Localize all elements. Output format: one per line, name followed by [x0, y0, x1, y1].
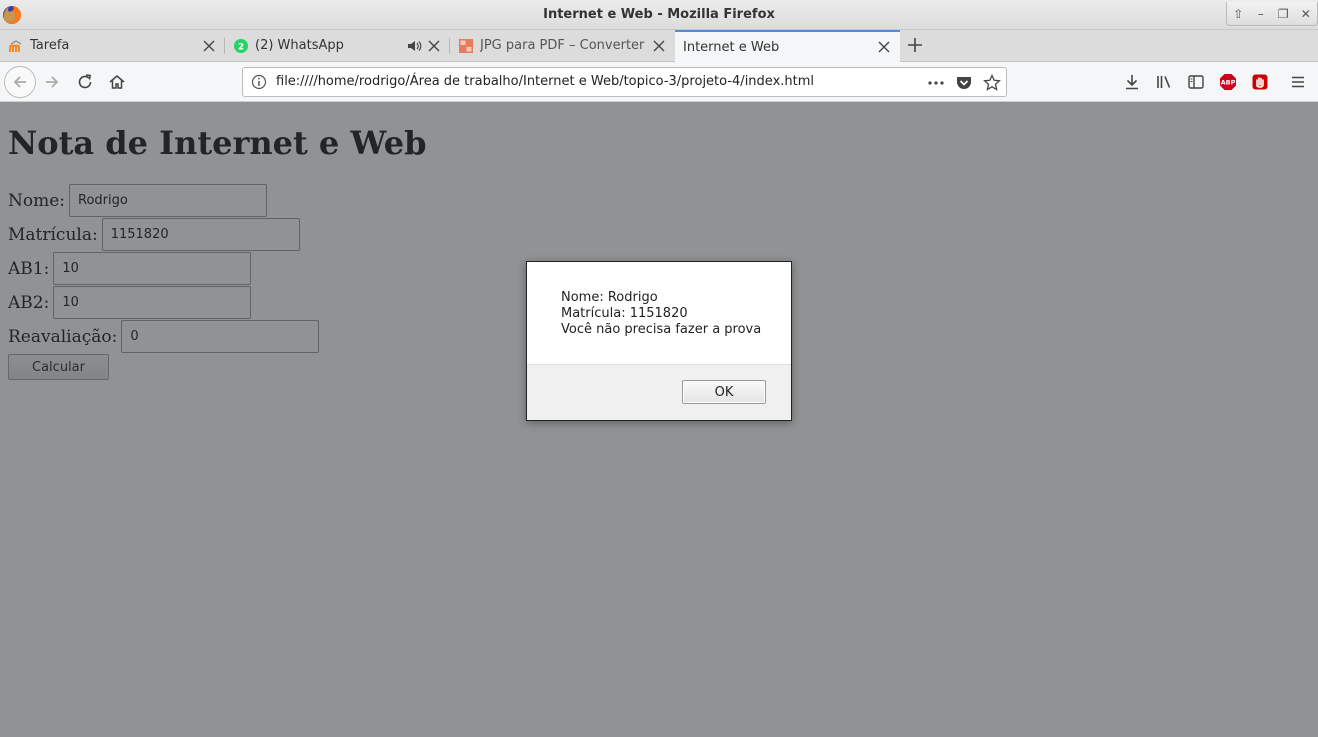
alert-dialog: Nome: Rodrigo Matrícula: 1151820 Você nã…	[526, 261, 792, 421]
url-text[interactable]: file:////home/rodrigo/Área de trabalho/I…	[276, 74, 814, 89]
tab-internet-e-web[interactable]: Internet e Web	[675, 30, 900, 62]
tab-jpg-pdf[interactable]: JPG para PDF – Converter	[450, 30, 675, 61]
window-title: Internet e Web - Mozilla Firefox	[543, 7, 775, 22]
bookmark-star-icon[interactable]	[983, 73, 1001, 92]
tab-label: Tarefa	[30, 38, 70, 53]
library-icon	[1157, 76, 1171, 88]
new-tab-button[interactable]	[904, 35, 926, 57]
forward-button[interactable]	[38, 68, 66, 96]
back-button[interactable]	[4, 66, 36, 98]
tab-whatsapp[interactable]: 2 (2) WhatsApp	[225, 30, 450, 61]
moodle-icon	[8, 38, 24, 54]
close-tab-icon[interactable]	[651, 38, 667, 54]
keep-above-icon[interactable]: ⇧	[1231, 7, 1245, 21]
svg-text:ABP: ABP	[1221, 79, 1236, 87]
alert-footer: OK	[527, 364, 791, 420]
home-button[interactable]	[103, 68, 131, 96]
menu-button[interactable]	[1284, 68, 1312, 96]
jpg-pdf-icon	[458, 38, 474, 54]
alert-line-result: Você não precisa fazer a prova	[561, 322, 762, 337]
pocket-icon[interactable]	[955, 74, 973, 92]
ok-button[interactable]: OK	[682, 380, 766, 404]
page-info-icon[interactable]	[251, 74, 267, 90]
close-tab-icon[interactable]	[876, 39, 892, 55]
close-window-icon[interactable]: ✕	[1299, 7, 1313, 21]
back-arrow-icon	[13, 76, 26, 88]
adblock-plus-icon: ABP	[1220, 74, 1236, 90]
tab-label: JPG para PDF – Converter	[480, 38, 645, 53]
url-bar[interactable]: file:////home/rodrigo/Área de trabalho/I…	[242, 67, 1007, 97]
tab-strip: Tarefa 2 (2) WhatsApp JPG para PDF – Con…	[0, 30, 1318, 62]
home-icon	[109, 75, 125, 89]
sidebar-button[interactable]	[1182, 68, 1210, 96]
close-tab-icon[interactable]	[201, 38, 217, 54]
plus-icon	[908, 38, 922, 52]
maximize-icon[interactable]: ❐	[1276, 7, 1290, 21]
page-actions-icon[interactable]	[927, 74, 945, 92]
alert-message: Nome: Rodrigo Matrícula: 1151820 Você nã…	[561, 290, 761, 338]
download-icon	[1126, 75, 1138, 90]
downloads-button[interactable]	[1118, 68, 1146, 96]
whatsapp-badge: 2	[238, 42, 244, 52]
speaker-icon[interactable]	[406, 38, 422, 54]
reload-icon	[78, 74, 92, 89]
tab-tarefa[interactable]: Tarefa	[0, 30, 225, 61]
hamburger-menu-icon	[1292, 76, 1304, 88]
sidebar-icon	[1188, 75, 1204, 89]
tab-label: Internet e Web	[683, 39, 780, 55]
adblock-plus-button[interactable]: ABP	[1214, 68, 1242, 96]
close-tab-icon[interactable]	[426, 38, 442, 54]
ublock-button[interactable]	[1246, 68, 1274, 96]
minimize-icon[interactable]: –	[1254, 7, 1268, 21]
window-controls: ⇧ – ❐ ✕	[1226, 2, 1318, 26]
reload-button[interactable]	[71, 68, 99, 96]
whatsapp-icon: 2	[233, 38, 249, 54]
window-titlebar: Internet e Web - Mozilla Firefox ⇧ – ❐ ✕	[0, 0, 1318, 30]
forward-arrow-icon	[46, 76, 59, 88]
tab-label: (2) WhatsApp	[255, 38, 344, 53]
alert-line-matricula: Matrícula: 1151820	[561, 306, 688, 321]
library-button[interactable]	[1150, 68, 1178, 96]
hand-stop-icon	[1252, 74, 1268, 90]
alert-line-nome: Nome: Rodrigo	[561, 290, 658, 305]
navigation-toolbar: file:////home/rodrigo/Área de trabalho/I…	[0, 62, 1318, 102]
